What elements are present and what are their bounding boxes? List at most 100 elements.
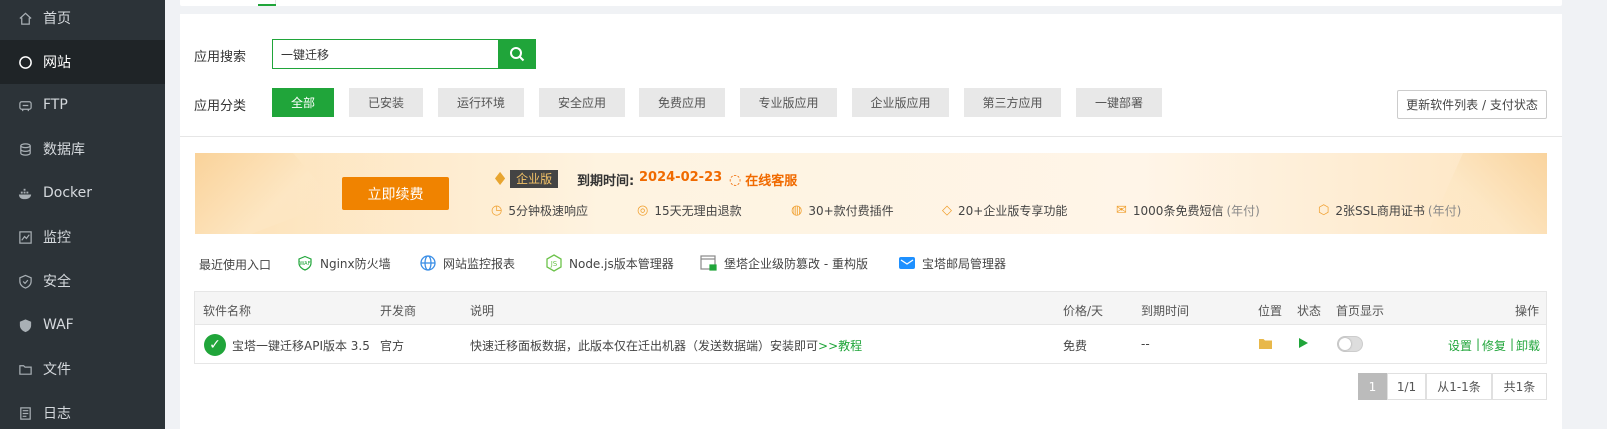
category-one-click-deploy[interactable]: 一键部署	[1076, 88, 1162, 117]
feature-text: 15天无理由退款	[654, 204, 742, 218]
software-name: 宝塔一键迁移API版本 3.5	[232, 339, 370, 353]
category-free[interactable]: 免费应用	[639, 88, 725, 117]
search-input[interactable]: 一键迁移	[272, 39, 498, 69]
category-runtime[interactable]: 运行环境	[438, 88, 524, 117]
top-tab-bar	[180, 0, 1562, 6]
sidebar-item-label: 日志	[43, 406, 71, 422]
feature-item: ⬡ 2张SSL商用证书 (年付)	[1318, 202, 1461, 219]
action-separator: |	[1510, 337, 1515, 351]
recent-item[interactable]: 宝塔邮局管理器	[898, 254, 1006, 272]
category-security[interactable]: 安全应用	[539, 88, 625, 117]
waf-icon	[17, 317, 33, 333]
folder-icon[interactable]	[1258, 337, 1273, 353]
sidebar-item-home[interactable]: 首页	[0, 0, 165, 40]
sidebar-item-docker[interactable]: Docker	[0, 171, 165, 215]
sidebar-item-logs[interactable]: 日志	[0, 391, 165, 429]
folder-icon	[17, 361, 33, 377]
docker-icon	[17, 185, 33, 201]
settings-link[interactable]: 设置	[1448, 337, 1472, 354]
sidebar-item-label: 数据库	[43, 142, 85, 158]
sidebar: 首页 网站 FTP 数据库 Docker 监控 安全 WAF 文件 日志	[0, 0, 165, 429]
feature-text: 1000条免费短信	[1132, 204, 1224, 218]
sidebar-item-label: Docker	[43, 185, 93, 201]
support-label: 在线客服	[745, 174, 798, 189]
feature-text: 5分钟极速响应	[508, 204, 588, 218]
update-software-list-button[interactable]: 更新软件列表 / 支付状态	[1397, 90, 1547, 119]
feature-item: ◇ 20+企业版专享功能	[942, 202, 1067, 219]
refund-icon: ◎	[637, 203, 649, 218]
column-header: 软件名称	[203, 304, 252, 318]
monitor-icon	[17, 229, 33, 245]
banner-decoration	[195, 153, 335, 234]
feature-text: 2张SSL商用证书	[1335, 204, 1425, 218]
recent-item-label: 网站监控报表	[443, 256, 516, 271]
homepage-display-toggle[interactable]	[1337, 336, 1363, 352]
feature-item: ◎ 15天无理由退款	[637, 202, 742, 219]
action-separator: |	[1476, 337, 1481, 351]
online-support-link[interactable]: ◌ 在线客服	[729, 170, 798, 190]
table-header: 软件名称 开发商 说明 价格/天 到期时间 位置 状态 首页显示 操作	[195, 292, 1546, 325]
recent-item-label: 堡塔企业级防篡改 - 重构版	[724, 256, 868, 271]
expire-date: 2024-02-23	[639, 170, 723, 185]
feature-item: ◷ 5分钟极速响应	[491, 202, 588, 219]
category-all[interactable]: 全部	[272, 88, 334, 117]
uninstall-link[interactable]: 卸载	[1516, 337, 1540, 354]
lock-window-icon	[700, 254, 718, 272]
sidebar-item-database[interactable]: 数据库	[0, 127, 165, 171]
svg-text:JS: JS	[550, 260, 558, 268]
page-total: 共1条	[1492, 373, 1547, 400]
sidebar-item-label: 监控	[43, 230, 71, 246]
sidebar-item-website[interactable]: 网站	[0, 40, 165, 84]
software-store-panel: 应用搜索 一键迁移 应用分类 全部 已安装 运行环境 安全应用 免费应用 专业版…	[180, 14, 1562, 429]
category-pro[interactable]: 专业版应用	[740, 88, 837, 117]
chat-icon: ◌	[729, 171, 742, 188]
column-header: 价格/天	[1063, 304, 1104, 318]
recent-item[interactable]: 堡塔企业级防篡改 - 重构版	[700, 254, 868, 272]
recent-item[interactable]: WAF Nginx防火墙	[296, 254, 391, 272]
ftp-icon	[17, 97, 33, 113]
recent-item-label: Node.js版本管理器	[569, 256, 674, 271]
globe-report-icon	[419, 254, 437, 272]
mail-icon: ✉	[1116, 203, 1127, 218]
sidebar-item-ftp[interactable]: FTP	[0, 83, 165, 127]
sidebar-item-waf[interactable]: WAF	[0, 303, 165, 347]
renew-button[interactable]: 立即续费	[342, 177, 449, 210]
recent-item[interactable]: JS Node.js版本管理器	[545, 254, 674, 272]
nodejs-icon: JS	[545, 254, 563, 272]
play-icon[interactable]	[1298, 337, 1309, 352]
sidebar-item-label: 安全	[43, 274, 71, 290]
category-third-party[interactable]: 第三方应用	[964, 88, 1061, 117]
database-icon	[17, 141, 33, 157]
search-button[interactable]	[498, 39, 536, 69]
page-count: 1/1	[1387, 373, 1426, 400]
home-icon	[17, 10, 33, 26]
sidebar-item-monitor[interactable]: 监控	[0, 215, 165, 259]
column-header: 操作	[1515, 304, 1540, 318]
diamond-icon: ◇	[942, 203, 952, 218]
repair-link[interactable]: 修复	[1482, 337, 1506, 354]
feature-text: 20+企业版专享功能	[958, 204, 1068, 218]
banner-decoration	[1427, 153, 1547, 234]
recent-item[interactable]: 网站监控报表	[419, 254, 515, 272]
software-price: 免费	[1063, 339, 1088, 353]
enterprise-badge: ♦ 企业版	[492, 169, 559, 190]
software-vendor: 官方	[380, 339, 405, 353]
page-current[interactable]: 1	[1358, 373, 1387, 400]
sidebar-item-security[interactable]: 安全	[0, 259, 165, 303]
tab-indicator[interactable]	[218, 0, 276, 6]
clock-icon: ◷	[491, 203, 503, 218]
feature-item: ◍ 30+款付费插件	[791, 202, 894, 219]
waf-shield-icon: WAF	[296, 254, 314, 272]
column-header: 到期时间	[1141, 304, 1190, 318]
sidebar-item-files[interactable]: 文件	[0, 347, 165, 391]
tutorial-link[interactable]: >>教程	[818, 339, 862, 353]
category-installed[interactable]: 已安装	[349, 88, 423, 117]
globe-icon	[17, 54, 33, 70]
category-enterprise[interactable]: 企业版应用	[852, 88, 949, 117]
mail-manager-icon	[898, 254, 916, 272]
feature-subtext: (年付)	[1226, 204, 1260, 218]
shield-icon	[17, 273, 33, 289]
column-header: 首页显示	[1336, 304, 1385, 318]
description-text: 快速迁移面板数据，此版本仅在迁出机器（发送数据端）安装即可	[470, 339, 819, 353]
column-header: 位置	[1258, 304, 1283, 318]
